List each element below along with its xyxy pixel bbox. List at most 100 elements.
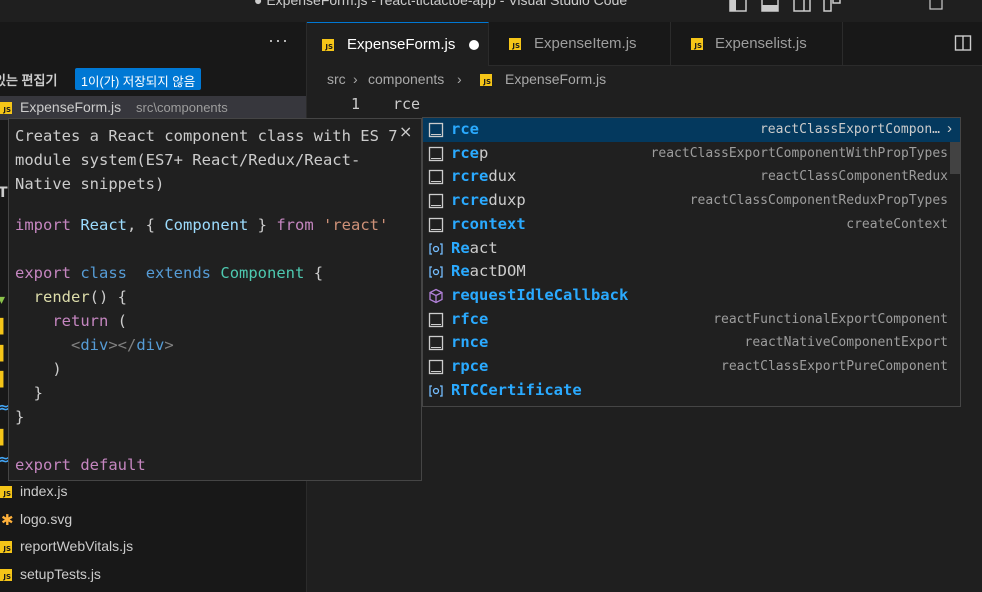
- suggestion-label: React: [451, 238, 498, 257]
- snippet-icon: [428, 312, 444, 328]
- file-item-reportwebvitals[interactable]: JS reportWebVitals.js: [0, 534, 306, 560]
- suggestion-label: rce: [451, 120, 479, 138]
- suggestion-label: rcredux: [451, 167, 517, 186]
- js-file-icon: JS: [509, 38, 521, 50]
- suggestion-item[interactable]: rcredux reactClassComponentRedux: [423, 165, 960, 189]
- file-item-setuptests[interactable]: JS setupTests.js: [0, 562, 306, 588]
- editor-tab-bar: JS ExpenseForm.js JS ExpenseItem.js JS E…: [307, 22, 982, 66]
- suggestion-label: rcreduxp: [451, 191, 526, 210]
- tab-label: ExpenseItem.js: [534, 35, 637, 52]
- snippet-icon: [428, 146, 444, 162]
- suggestion-item[interactable]: RTCCertificate: [423, 379, 960, 403]
- open-editors-title: 있는 편집기: [0, 73, 58, 88]
- snippet-icon: [428, 335, 444, 351]
- suggestion-detail: reactClassExportPureComponent: [721, 359, 948, 374]
- snippet-icon: [428, 169, 444, 185]
- unsaved-badge: 1이(가) 저장되지 않음: [75, 68, 202, 90]
- reference-icon: [428, 264, 444, 280]
- open-editors-section[interactable]: 있는 편집기 1이(가) 저장되지 않음: [0, 68, 306, 92]
- unsaved-dot-icon[interactable]: [469, 40, 479, 50]
- file-label: reportWebVitals.js: [20, 538, 134, 554]
- js-file-icon: JS: [0, 569, 12, 581]
- snippet-icon: [428, 217, 444, 233]
- code-line[interactable]: rce: [393, 95, 420, 113]
- suggestion-label: rcep: [451, 143, 489, 162]
- js-file-icon: JS: [0, 486, 12, 498]
- breadcrumb-item[interactable]: src: [327, 71, 346, 87]
- suggestion-item[interactable]: rcreduxp reactClassComponentReduxPropType…: [423, 189, 960, 213]
- suggestion-item[interactable]: rpce reactClassExportPureComponent: [423, 355, 960, 379]
- suggestion-item[interactable]: rfce reactFunctionalExportComponent: [423, 308, 960, 332]
- window-title: ● ExpenseForm.js - react-tictactoe-app -…: [254, 0, 628, 8]
- reference-icon: [428, 383, 444, 399]
- snippet-icon: [428, 193, 444, 209]
- toggle-panel-icon[interactable]: [760, 0, 780, 12]
- suggestion-label: requestIdleCallback: [451, 285, 629, 304]
- maximize-window-icon[interactable]: [926, 0, 946, 12]
- snippet-icon: [428, 359, 444, 375]
- suggestion-label: rcontext: [451, 214, 526, 233]
- suggestion-item[interactable]: requestIdleCallback: [423, 284, 960, 308]
- file-item-index[interactable]: JS index.js: [0, 479, 306, 505]
- snippet-description: Creates a React component class with ES …: [15, 127, 398, 193]
- suggestion-detail: reactClassExportCompon…: [759, 122, 940, 137]
- suggestion-item[interactable]: rcep reactClassExportComponentWithPropTyp…: [423, 142, 960, 166]
- suggestion-detail: reactClassComponentRedux: [760, 169, 948, 185]
- split-editor-icon[interactable]: [954, 34, 972, 52]
- breadcrumb: src › components › JS ExpenseForm.js: [307, 66, 982, 94]
- toggle-secondary-sidebar-icon[interactable]: [792, 0, 812, 12]
- more-actions-icon[interactable]: ···: [268, 30, 289, 51]
- js-file-icon: JS: [480, 74, 492, 86]
- svg-file-icon: ✱: [1, 511, 14, 529]
- suggestion-item[interactable]: rce reactClassExportCompon… ›: [423, 118, 960, 142]
- suggestion-detail: reactFunctionalExportComponent: [713, 311, 948, 327]
- folder-chevron-icon[interactable]: T: [0, 185, 8, 201]
- file-label: setupTests.js: [20, 566, 101, 582]
- suggestion-item[interactable]: rnce reactNativeComponentExport: [423, 331, 960, 355]
- suggestion-detail: reactNativeComponentExport: [744, 335, 949, 351]
- file-label: logo.svg: [20, 511, 73, 527]
- chevron-right-icon[interactable]: ›: [947, 120, 952, 137]
- suggestion-label: RTCCertificate: [451, 380, 582, 399]
- close-icon[interactable]: ×: [399, 122, 412, 141]
- suggestion-detail: reactClassExportComponentWithPropTypes: [650, 145, 948, 161]
- open-editor-filename: ExpenseForm.js: [20, 99, 122, 115]
- suggestion-widget: rce reactClassExportCompon… › rcep reactClas…: [422, 117, 961, 407]
- js-file-icon: JS: [322, 39, 334, 51]
- tab-expenselist[interactable]: JS Expenselist.js: [671, 22, 843, 66]
- js-file-icon: JS: [691, 38, 703, 50]
- title-bar: ● ExpenseForm.js - react-tictactoe-app -…: [0, 0, 982, 22]
- suggestion-label: ReactDOM: [451, 262, 526, 281]
- js-file-icon: JS: [0, 541, 12, 553]
- method-cube-icon: [428, 288, 444, 304]
- suggestion-item[interactable]: rcontext createContext: [423, 213, 960, 237]
- line-number: 1: [351, 95, 361, 113]
- tab-label: Expenselist.js: [715, 35, 807, 52]
- chevron-right-icon: ›: [353, 71, 358, 87]
- breadcrumb-item[interactable]: ExpenseForm.js: [505, 71, 606, 87]
- suggestion-details-popup: Creates a React component class with ES …: [8, 118, 422, 481]
- customize-layout-icon[interactable]: [822, 0, 842, 12]
- folder-icon[interactable]: ▾: [0, 292, 5, 308]
- suggestion-label: rnce: [451, 333, 489, 352]
- suggestion-detail: createContext: [846, 216, 948, 232]
- suggestion-item[interactable]: ReactDOM: [423, 260, 960, 284]
- suggestion-item[interactable]: React: [423, 237, 960, 261]
- tab-label: ExpenseForm.js: [347, 36, 456, 53]
- tab-expenseitem[interactable]: JS ExpenseItem.js: [489, 22, 671, 66]
- suggestion-label: rpce: [451, 357, 489, 375]
- breadcrumb-item[interactable]: components: [368, 71, 444, 87]
- suggestion-detail: reactClassComponentReduxPropTypes: [689, 193, 948, 209]
- reference-icon: [428, 241, 444, 257]
- file-item-logo[interactable]: ✱ logo.svg: [0, 507, 306, 533]
- open-editor-path: src\components: [136, 100, 228, 115]
- snippet-icon: [428, 122, 444, 138]
- open-editor-item[interactable]: JS ExpenseForm.js src\components: [0, 96, 306, 120]
- tab-expenseform[interactable]: JS ExpenseForm.js: [307, 22, 489, 66]
- file-label: index.js: [20, 483, 68, 499]
- chevron-right-icon: ›: [457, 71, 462, 87]
- sidebar-header: ı ···: [0, 22, 306, 66]
- suggestion-label: rfce: [451, 309, 489, 328]
- js-file-icon: JS: [0, 102, 12, 114]
- toggle-primary-sidebar-icon[interactable]: [728, 0, 748, 12]
